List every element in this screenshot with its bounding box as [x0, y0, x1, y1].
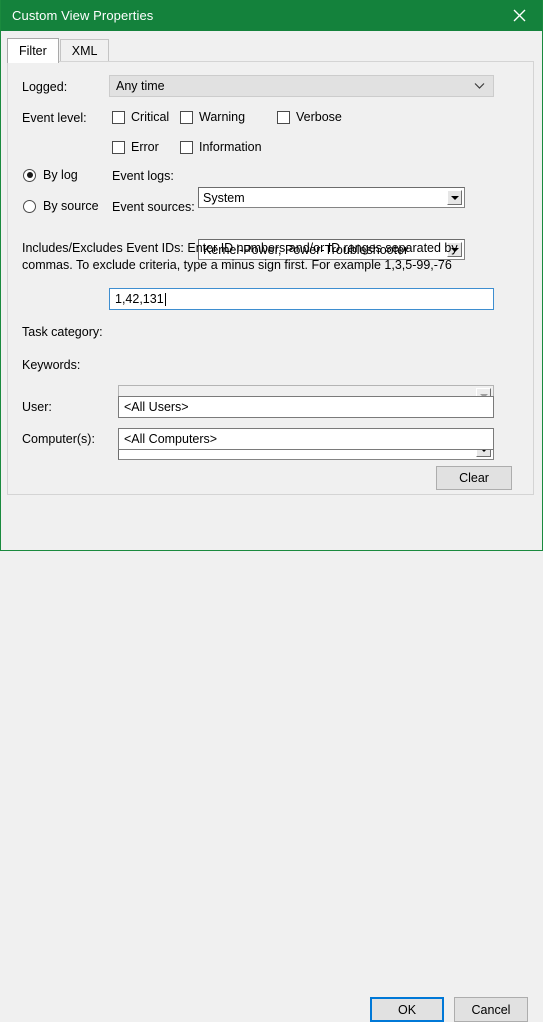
- checkbox-information[interactable]: Information: [180, 140, 262, 154]
- custom-view-properties-dialog: Custom View Properties Filter XML Logged…: [0, 0, 543, 1022]
- keywords-label: Keywords:: [22, 358, 81, 372]
- radio-by-source-label: By source: [43, 199, 99, 213]
- cancel-button[interactable]: Cancel: [454, 997, 528, 1022]
- event-ids-hint: Includes/Excludes Event IDs: Enter ID nu…: [22, 241, 458, 272]
- tab-filter[interactable]: Filter: [7, 38, 59, 63]
- text-caret: [164, 292, 166, 306]
- title-bar: Custom View Properties: [1, 0, 542, 31]
- radio-by-log-label: By log: [43, 168, 78, 182]
- event-logs-label: Event logs:: [112, 169, 174, 183]
- cancel-button-label: Cancel: [471, 1002, 511, 1017]
- user-value: <All Users>: [124, 400, 189, 414]
- checkbox-critical-box: [112, 110, 125, 124]
- user-label: User:: [22, 400, 52, 414]
- checkbox-information-label: Information: [199, 140, 262, 154]
- checkbox-critical-label: Critical: [131, 110, 170, 124]
- user-input[interactable]: <All Users>: [118, 396, 494, 418]
- checkbox-information-box: [180, 140, 193, 154]
- logged-value: Any time: [116, 79, 165, 93]
- event-sources-label: Event sources:: [112, 200, 195, 214]
- logged-combobox[interactable]: Any time: [109, 75, 494, 97]
- checkbox-warning-label: Warning: [199, 110, 246, 124]
- tab-xml[interactable]: XML: [59, 39, 110, 61]
- event-logs-dropdown-button[interactable]: [447, 190, 462, 205]
- event-level-label: Event level:: [22, 111, 87, 125]
- computers-label: Computer(s):: [22, 432, 95, 446]
- tab-filter-label: Filter: [19, 44, 47, 58]
- ok-button[interactable]: OK: [370, 997, 444, 1022]
- close-button[interactable]: [496, 0, 542, 31]
- computers-input[interactable]: <All Computers>: [118, 428, 494, 450]
- radio-by-source[interactable]: By source: [23, 199, 99, 213]
- event-ids-input[interactable]: 1,42,131: [109, 288, 494, 310]
- event-logs-value: System: [203, 190, 245, 205]
- checkbox-critical[interactable]: Critical: [112, 110, 169, 124]
- computers-value: <All Computers>: [124, 432, 218, 446]
- checkbox-warning[interactable]: Warning: [180, 110, 245, 124]
- radio-by-log[interactable]: By log: [23, 168, 78, 182]
- radio-by-source-dot: [23, 199, 36, 213]
- chevron-down-icon: [474, 83, 485, 89]
- window-title: Custom View Properties: [12, 8, 154, 23]
- clear-button-label: Clear: [459, 471, 489, 485]
- checkbox-verbose[interactable]: Verbose: [277, 110, 342, 124]
- triangle-down-icon: [450, 195, 459, 200]
- checkbox-warning-box: [180, 110, 193, 124]
- radio-by-log-dot: [23, 168, 36, 182]
- close-icon: [513, 9, 525, 22]
- tab-strip: Filter XML: [7, 37, 542, 63]
- ok-button-label: OK: [397, 1002, 417, 1017]
- checkbox-error[interactable]: Error: [112, 140, 159, 154]
- logged-label: Logged:: [22, 80, 68, 94]
- checkbox-verbose-box: [277, 110, 290, 124]
- checkbox-error-box: [112, 140, 125, 154]
- checkbox-verbose-label: Verbose: [296, 110, 342, 124]
- event-logs-combobox[interactable]: System: [198, 187, 465, 208]
- filter-tab-panel: Logged: Any time Event level: Critical W…: [7, 61, 534, 495]
- tab-xml-label: XML: [71, 43, 98, 58]
- task-category-label: Task category:: [22, 325, 103, 339]
- checkbox-error-label: Error: [131, 140, 159, 154]
- clear-button[interactable]: Clear: [436, 466, 512, 490]
- event-ids-value: 1,42,131: [115, 292, 164, 306]
